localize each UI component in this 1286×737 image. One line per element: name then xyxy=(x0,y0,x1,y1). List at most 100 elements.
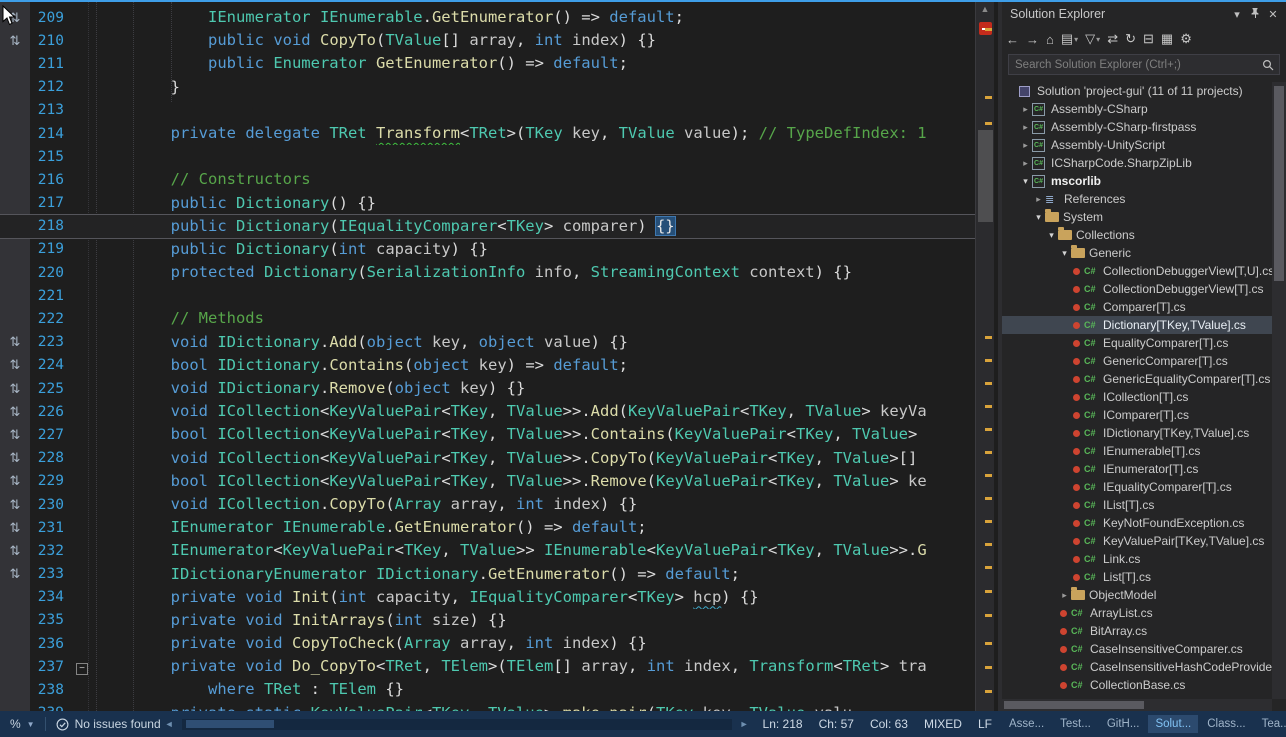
code-line-238[interactable]: 238 where TRet : TElem {} xyxy=(0,678,975,701)
tree-item-link-cs[interactable]: C#Link.cs xyxy=(1002,550,1272,568)
tool-window-tab-class[interactable]: Class... xyxy=(1200,715,1252,733)
override-indicator-icon[interactable]: ⇅ xyxy=(0,404,30,420)
document-health-indicator[interactable]: No issues found xyxy=(56,717,161,731)
status-indent-mode[interactable]: MIXED xyxy=(924,717,962,731)
code-line-222[interactable]: 222 // Methods xyxy=(0,307,975,330)
tree-item-icsharpcode-sharpziplib[interactable]: ▸C#ICSharpCode.SharpZipLib xyxy=(1002,154,1272,172)
code-line-217[interactable]: 217 public Dictionary() {} xyxy=(0,192,975,215)
tree-item-references[interactable]: ▸≣References xyxy=(1002,190,1272,208)
code-text[interactable]: IDictionaryEnumerator IDictionary.GetEnu… xyxy=(96,563,975,586)
status-line[interactable]: Ln: 218 xyxy=(763,717,803,731)
collapse-all-icon[interactable]: ⊟ xyxy=(1143,31,1154,47)
override-indicator-icon[interactable]: ⇅ xyxy=(0,357,30,373)
code-editor[interactable]: ⇅209 IEnumerator IEnumerable.GetEnumerat… xyxy=(0,2,975,711)
expander-collapsed-icon[interactable]: ▸ xyxy=(1019,140,1032,151)
code-text[interactable]: protected Dictionary(SerializationInfo i… xyxy=(96,261,975,284)
code-text[interactable]: public Dictionary() {} xyxy=(96,192,975,215)
override-indicator-icon[interactable]: ⇅ xyxy=(0,566,30,582)
code-text[interactable]: public Enumerator GetEnumerator() => def… xyxy=(96,52,975,75)
code-text[interactable]: // Constructors xyxy=(96,168,975,191)
code-line-239[interactable]: 239 private static KeyValuePair<TKey, TV… xyxy=(0,702,975,711)
code-line-231[interactable]: ⇅231 IEnumerator IEnumerable.GetEnumerat… xyxy=(0,516,975,539)
override-indicator-icon[interactable]: ⇅ xyxy=(0,33,30,49)
close-icon[interactable]: ✕ xyxy=(1264,8,1282,21)
expander-expanded-icon[interactable]: ▾ xyxy=(1019,176,1032,187)
tree-item-bitarray-cs[interactable]: C#BitArray.cs xyxy=(1002,622,1272,640)
scrollbar-up-icon[interactable]: ▲ xyxy=(976,4,994,14)
code-line-224[interactable]: ⇅224 bool IDictionary.Contains(object ke… xyxy=(0,354,975,377)
code-text[interactable]: where TRet : TElem {} xyxy=(96,678,975,701)
code-line-229[interactable]: ⇅229 bool ICollection<KeyValuePair<TKey,… xyxy=(0,470,975,493)
code-line-233[interactable]: ⇅233 IDictionaryEnumerator IDictionary.G… xyxy=(0,563,975,586)
code-line-215[interactable]: 215 xyxy=(0,145,975,168)
code-line-214[interactable]: 214 private delegate TRet Transform<TRet… xyxy=(0,122,975,145)
code-text[interactable]: void ICollection<KeyValuePair<TKey, TVal… xyxy=(96,447,975,470)
override-indicator-icon[interactable]: ⇅ xyxy=(0,497,30,513)
code-line-227[interactable]: ⇅227 bool ICollection<KeyValuePair<TKey,… xyxy=(0,423,975,446)
status-eol[interactable]: LF xyxy=(978,717,992,731)
tree-item-caseinsensitivecomparer-cs[interactable]: C#CaseInsensitiveComparer.cs xyxy=(1002,640,1272,658)
code-text[interactable]: void ICollection<KeyValuePair<TKey, TVal… xyxy=(96,400,975,423)
tree-item-collectiondebuggerview-t-u-cs[interactable]: C#CollectionDebuggerView[T,U].cs xyxy=(1002,262,1272,280)
code-text[interactable]: } xyxy=(96,76,975,99)
code-line-216[interactable]: 216 // Constructors xyxy=(0,168,975,191)
tool-window-tab-test[interactable]: Test... xyxy=(1053,715,1098,733)
scrollbar-thumb[interactable] xyxy=(978,130,993,222)
tree-item-caseinsensitivehashcodeprovider-cs[interactable]: C#CaseInsensitiveHashCodeProvider.cs xyxy=(1002,658,1272,676)
code-text[interactable]: private static KeyValuePair<TKey, TValue… xyxy=(96,702,975,711)
scrollbar-thumb[interactable] xyxy=(1004,701,1144,709)
code-text[interactable]: IEnumerator<KeyValuePair<TKey, TValue>> … xyxy=(96,539,975,562)
expander-expanded-icon[interactable]: ▾ xyxy=(1058,248,1071,259)
code-text[interactable]: private void Do_CopyTo<TRet, TElem>(TEle… xyxy=(96,655,975,678)
expander-collapsed-icon[interactable]: ▸ xyxy=(1019,104,1032,115)
expander-collapsed-icon[interactable]: ▸ xyxy=(1058,590,1071,601)
code-line-209[interactable]: ⇅209 IEnumerator IEnumerable.GetEnumerat… xyxy=(0,6,975,29)
tree-item-ilist-t-cs[interactable]: C#IList[T].cs xyxy=(1002,496,1272,514)
editor-vertical-scrollbar[interactable]: ▲ xyxy=(975,2,994,711)
tool-window-tab-tea[interactable]: Tea... xyxy=(1255,715,1286,733)
pin-icon[interactable] xyxy=(1246,7,1264,22)
override-indicator-icon[interactable]: ⇅ xyxy=(0,427,30,443)
expander-collapsed-icon[interactable]: ▸ xyxy=(1019,122,1032,133)
override-indicator-icon[interactable]: ⇅ xyxy=(0,381,30,397)
code-line-226[interactable]: ⇅226 void ICollection<KeyValuePair<TKey,… xyxy=(0,400,975,423)
override-indicator-icon[interactable]: ⇅ xyxy=(0,450,30,466)
tree-item-idictionary-tkey-tvalue-cs[interactable]: C#IDictionary[TKey,TValue].cs xyxy=(1002,424,1272,442)
zoom-control[interactable]: % ▼ xyxy=(10,717,35,731)
code-text[interactable]: private void CopyToCheck(Array array, in… xyxy=(96,632,975,655)
expander-expanded-icon[interactable]: ▾ xyxy=(1032,212,1045,223)
code-line-228[interactable]: ⇅228 void ICollection<KeyValuePair<TKey,… xyxy=(0,447,975,470)
code-line-210[interactable]: ⇅210 public void CopyTo(TValue[] array, … xyxy=(0,29,975,52)
tree-horizontal-scrollbar[interactable] xyxy=(1002,699,1272,711)
tree-item-dictionary-tkey-tvalue-cs[interactable]: C#Dictionary[TKey,TValue].cs xyxy=(1002,316,1272,334)
code-line-218[interactable]: 218 public Dictionary(IEqualityComparer<… xyxy=(0,215,975,238)
code-text[interactable]: bool ICollection<KeyValuePair<TKey, TVal… xyxy=(96,423,975,446)
switch-views-icon[interactable]: ▤▾ xyxy=(1061,31,1078,47)
sync-with-active-document-icon[interactable]: ⇄ xyxy=(1107,31,1118,47)
code-line-223[interactable]: ⇅223 void IDictionary.Add(object key, ob… xyxy=(0,331,975,354)
override-indicator-icon[interactable]: ⇅ xyxy=(0,543,30,559)
code-line-225[interactable]: ⇅225 void IDictionary.Remove(object key)… xyxy=(0,377,975,400)
tree-item-collectionbase-cs[interactable]: C#CollectionBase.cs xyxy=(1002,676,1272,694)
tree-item-list-t-cs[interactable]: C#List[T].cs xyxy=(1002,568,1272,586)
override-indicator-icon[interactable]: ⇅ xyxy=(0,520,30,536)
tool-window-tab-asse[interactable]: Asse... xyxy=(1002,715,1051,733)
code-text[interactable]: bool IDictionary.Contains(object key) =>… xyxy=(96,354,975,377)
tree-item-generic[interactable]: ▾Generic xyxy=(1002,244,1272,262)
expander-collapsed-icon[interactable]: ▸ xyxy=(1032,194,1045,205)
properties-icon[interactable]: ⚙ xyxy=(1180,31,1192,47)
home-icon[interactable]: ⌂ xyxy=(1046,32,1054,47)
tree-item-equalitycomparer-t-cs[interactable]: C#EqualityComparer[T].cs xyxy=(1002,334,1272,352)
tree-item-solution-project-gui-11-of-11-projects-[interactable]: Solution 'project-gui' (11 of 11 project… xyxy=(1002,82,1272,100)
expander-collapsed-icon[interactable]: ▸ xyxy=(1019,158,1032,169)
code-line-234[interactable]: 234 private void Init(int capacity, IEqu… xyxy=(0,586,975,609)
tree-item-mscorlib[interactable]: ▾C#mscorlib xyxy=(1002,172,1272,190)
scroll-right-icon[interactable]: ► xyxy=(740,719,749,729)
scrollbar-thumb[interactable] xyxy=(1274,86,1284,281)
search-icon[interactable] xyxy=(1257,59,1279,71)
scrollbar-thumb[interactable] xyxy=(186,720,274,728)
code-text[interactable]: // Methods xyxy=(96,307,975,330)
editor-horizontal-scrollbar[interactable] xyxy=(182,719,732,730)
tree-item-genericequalitycomparer-t-cs[interactable]: C#GenericEqualityComparer[T].cs xyxy=(1002,370,1272,388)
tree-item-keynotfoundexception-cs[interactable]: C#KeyNotFoundException.cs xyxy=(1002,514,1272,532)
